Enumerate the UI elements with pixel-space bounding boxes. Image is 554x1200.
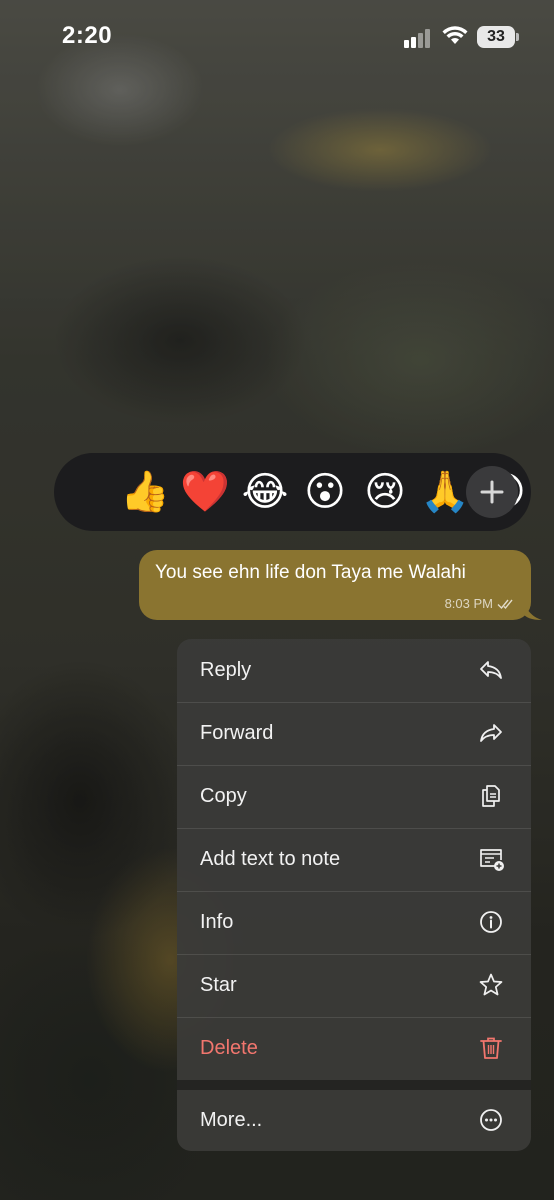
double-check-icon [497, 599, 513, 609]
menu-item-label: Forward [200, 722, 274, 744]
note-add-icon [480, 849, 504, 871]
wifi-icon [442, 26, 468, 44]
menu-item-label: Star [200, 974, 237, 996]
status-bar: 2:20 33 [0, 0, 554, 80]
menu-item-reply[interactable]: Reply [177, 639, 531, 702]
message-bubble[interactable]: You see ehn life don Taya me Walahi 8:03… [139, 550, 531, 620]
more-icon [480, 1109, 502, 1131]
reply-icon [480, 661, 502, 679]
context-menu: Reply Forward Copy Add text to note Info [177, 639, 531, 1151]
menu-item-copy[interactable]: Copy [177, 765, 531, 828]
menu-item-star[interactable]: Star [177, 954, 531, 1017]
menu-item-delete[interactable]: Delete [177, 1017, 531, 1080]
forward-icon [480, 724, 502, 742]
menu-item-info[interactable]: Info [177, 891, 531, 954]
reaction-thumbs-up[interactable]: 👍 [120, 467, 170, 517]
menu-item-label: Add text to note [200, 848, 341, 870]
copy-icon [482, 785, 500, 807]
plus-icon [480, 480, 504, 504]
info-icon [480, 911, 502, 933]
menu-item-label: Delete [200, 1037, 258, 1059]
menu-item-add-to-note[interactable]: Add text to note [177, 828, 531, 891]
menu-group-separator [177, 1080, 531, 1090]
reaction-surprised[interactable]: 😮 [300, 467, 350, 517]
reaction-praying[interactable]: 🙏 [420, 467, 470, 517]
reaction-crying[interactable]: 😢 [360, 467, 410, 517]
reaction-laughing[interactable]: 😂 [240, 467, 290, 517]
reaction-heart[interactable]: ❤️ [180, 467, 230, 517]
message-time: 8:03 PM [444, 596, 493, 611]
reaction-bar: 👍 ❤️ 😂 😮 😢 🙏 😍 [54, 453, 531, 531]
more-reactions-button[interactable] [466, 466, 518, 518]
message-text: You see ehn life don Taya me Walahi [155, 562, 466, 583]
bubble-tail [522, 598, 542, 620]
star-icon [479, 973, 503, 996]
menu-item-label: Reply [200, 659, 252, 681]
menu-item-label: Copy [200, 785, 247, 807]
status-time: 2:20 [62, 22, 113, 49]
menu-item-forward[interactable]: Forward [177, 702, 531, 765]
menu-item-label: Info [200, 911, 234, 933]
trash-icon [480, 1037, 502, 1059]
cellular-signal-icon [404, 28, 434, 48]
battery-indicator: 33 [477, 26, 519, 48]
menu-item-more[interactable]: More... [177, 1090, 531, 1151]
menu-item-label: More... [200, 1109, 263, 1131]
message-meta: 8:03 PM [445, 596, 517, 611]
